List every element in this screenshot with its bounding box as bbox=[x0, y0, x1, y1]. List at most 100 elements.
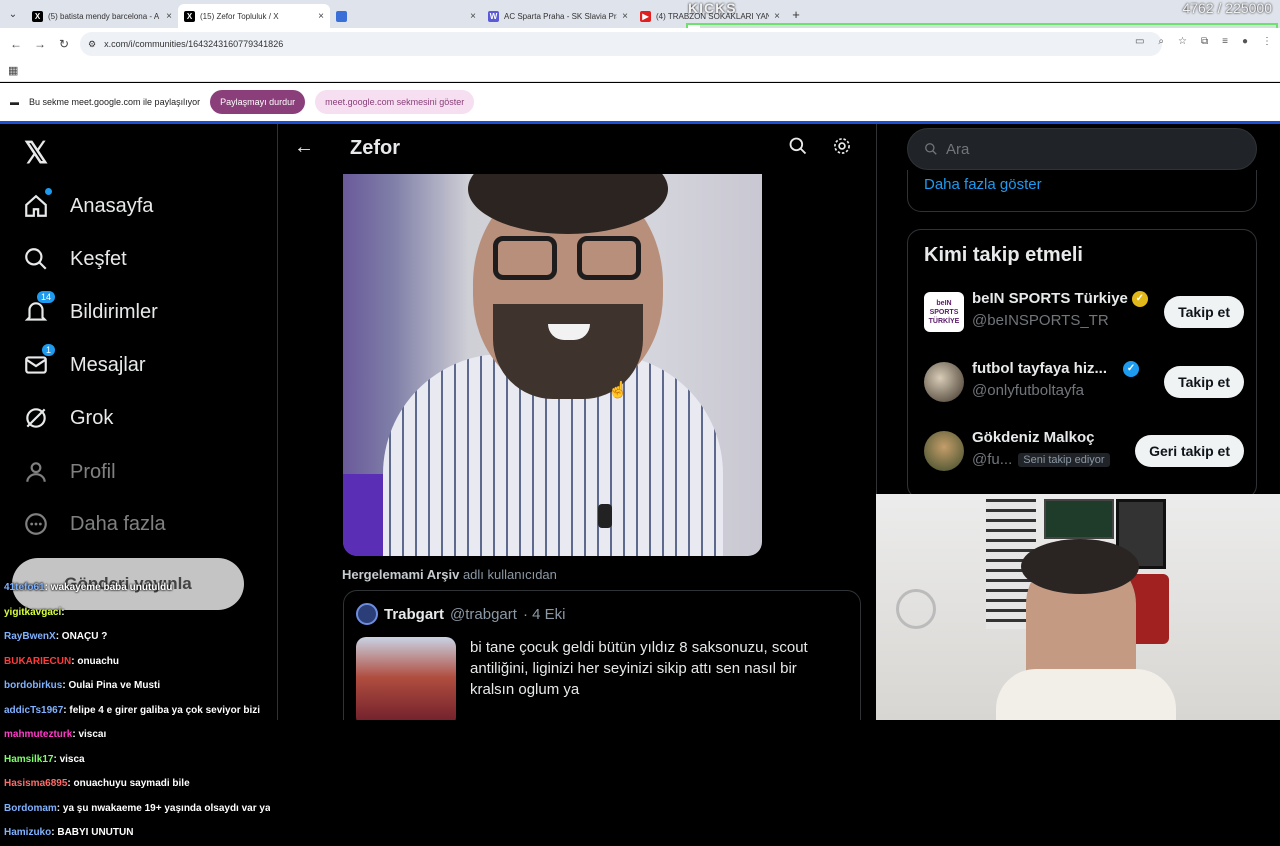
chat-username: yigitkavgaci bbox=[4, 606, 62, 618]
close-tab-icon[interactable]: × bbox=[470, 11, 476, 22]
community-search-icon[interactable] bbox=[788, 136, 808, 162]
post-video[interactable] bbox=[343, 174, 762, 556]
chat-text: : onuachuyu saymadi bile bbox=[67, 778, 190, 789]
chat-message: addicTs1967: felipe 4 e girer galiba ya … bbox=[0, 699, 270, 724]
search-placeholder: Ara bbox=[946, 140, 970, 158]
quoted-post-date[interactable]: · 4 Eki bbox=[523, 606, 566, 623]
show-more-link[interactable]: Daha fazla göster bbox=[907, 170, 1257, 212]
close-tab-icon[interactable]: × bbox=[622, 11, 628, 22]
follow-suggestion[interactable]: futbol tayfaya hiz... ✓ @onlyfutboltayfa… bbox=[924, 356, 1244, 408]
community-header: ← Zefor bbox=[278, 124, 876, 174]
close-tab-icon[interactable]: × bbox=[166, 11, 172, 22]
settings-gear-icon[interactable] bbox=[832, 136, 852, 162]
follow-suggestion[interactable]: Gökdeniz Malkoç @fu... Seni takip ediyor… bbox=[924, 425, 1244, 477]
chat-text: : bbox=[61, 606, 65, 618]
kicks-label: KICKS bbox=[688, 0, 737, 16]
chat-text: : BABYI UNUTUN bbox=[51, 827, 134, 838]
chat-username: Bordomam bbox=[4, 802, 57, 814]
nav-item-grok[interactable]: Grok bbox=[22, 404, 113, 432]
follow-button[interactable]: Takip et bbox=[1164, 366, 1244, 398]
chat-message: Hamsilk17: visca bbox=[0, 748, 270, 773]
kicks-count: 4762 / 225000 bbox=[1182, 0, 1272, 16]
home-unread-dot bbox=[45, 188, 52, 195]
avatar[interactable] bbox=[924, 362, 964, 402]
repost-suffix: adlı kullanıcıdan bbox=[462, 567, 557, 582]
tab-search-chevron-icon[interactable]: ⌄ bbox=[0, 9, 26, 20]
webcam-overlay bbox=[876, 494, 1280, 720]
site-info-icon[interactable]: ⚙ bbox=[88, 39, 96, 50]
chat-text: : visca bbox=[53, 753, 85, 765]
quoted-post[interactable]: Trabgart @trabgart · 4 Eki bi tane çocuk… bbox=[343, 590, 861, 720]
close-tab-icon[interactable]: × bbox=[774, 11, 780, 22]
toolbar-icons: ▭ ⌕ ☆ ⧉ ≡ ● ⋮ bbox=[1135, 36, 1272, 47]
follow-suggestion[interactable]: beIN SPORTS TÜRKİYE beIN SPORTS Türkiye … bbox=[924, 286, 1244, 338]
tab-favicon-icon: W bbox=[488, 10, 499, 22]
account-name[interactable]: futbol tayfaya hiz... ✓ bbox=[972, 360, 1140, 377]
follow-button[interactable]: Takip et bbox=[1164, 296, 1244, 328]
search-input[interactable]: Ara bbox=[907, 128, 1257, 170]
main-column: ☝ ← Zefor Hergelemami Arşiv adlı kullanı… bbox=[278, 124, 876, 720]
chat-username: RayBwenX bbox=[4, 631, 56, 642]
extensions-icon[interactable]: ⧉ bbox=[1201, 36, 1208, 47]
chat-text: : onuachu bbox=[71, 655, 120, 667]
new-tab-button[interactable]: + bbox=[786, 7, 806, 22]
screen-share-icon: ▬ bbox=[10, 97, 19, 107]
follow-back-button[interactable]: Geri takip et bbox=[1135, 435, 1244, 467]
browser-tab[interactable]: X (15) Zefor Topluluk / X × bbox=[178, 4, 330, 28]
webcam-fan bbox=[896, 589, 936, 629]
chat-text: : felipe 4 e girer galiba ya çok seviyor… bbox=[63, 704, 261, 716]
chat-username: 41tefo61 bbox=[4, 582, 45, 593]
chat-text: : viscaı bbox=[72, 729, 107, 740]
chat-text: : ya şu nwakaeme 19+ yaşında olsaydı var… bbox=[56, 802, 270, 814]
back-arrow-icon[interactable]: ← bbox=[294, 136, 314, 159]
chat-username: mahmutezturk bbox=[4, 729, 73, 740]
nav-item-explore[interactable]: Keşfet bbox=[22, 245, 127, 273]
media-icon[interactable]: ≡ bbox=[1222, 36, 1228, 47]
chat-username: bordobirkus bbox=[4, 680, 63, 691]
browser-tab[interactable]: X (5) batista mendy barcelona - A × bbox=[26, 4, 178, 28]
zoom-icon[interactable]: ⌕ bbox=[1158, 36, 1164, 47]
url-field[interactable]: ⚙ x.com/i/communities/164324316077934182… bbox=[80, 32, 1162, 56]
quoted-post-header: Trabgart @trabgart · 4 Eki bbox=[356, 603, 565, 625]
account-name[interactable]: Gökdeniz Malkoç bbox=[972, 429, 1095, 446]
nav-item-more[interactable]: Daha fazla bbox=[22, 510, 166, 538]
nav-item-notifications[interactable]: 14 Bildirimler bbox=[22, 290, 158, 326]
chat-text: : ONAÇU ? bbox=[55, 631, 108, 642]
stop-sharing-button[interactable]: Paylaşmayı durdur bbox=[210, 90, 306, 114]
video-glasses-left bbox=[493, 236, 557, 280]
back-arrow-icon[interactable]: ← bbox=[4, 37, 28, 51]
x-logo-icon[interactable]: 𝕏 bbox=[24, 136, 48, 171]
quoted-author-name[interactable]: Trabgart bbox=[384, 606, 444, 623]
tab-favicon-icon: X bbox=[184, 10, 195, 22]
repost-user[interactable]: Hergelemami Arşiv bbox=[342, 567, 459, 582]
more-icon bbox=[22, 510, 50, 538]
quoted-author-handle[interactable]: @trabgart bbox=[450, 606, 517, 623]
nav-item-profile[interactable]: Profil bbox=[22, 458, 116, 486]
profile-avatar-icon[interactable]: ● bbox=[1242, 36, 1248, 47]
show-meet-tab-button[interactable]: meet.google.com sekmesini göster bbox=[315, 90, 475, 114]
account-name[interactable]: beIN SPORTS Türkiye ✓ bbox=[972, 290, 1148, 307]
nav-label-home: Anasayfa bbox=[70, 194, 154, 217]
chat-text: : Oulai Pina ve Musti bbox=[62, 680, 161, 691]
tab-title: (15) Zefor Topluluk / X bbox=[200, 11, 279, 21]
cast-icon[interactable]: ▭ bbox=[1135, 36, 1144, 47]
apps-grid-icon[interactable]: ▦ bbox=[8, 64, 18, 77]
avatar[interactable] bbox=[924, 431, 964, 471]
bookmark-star-icon[interactable]: ☆ bbox=[1178, 36, 1187, 47]
nav-label-more: Daha fazla bbox=[70, 512, 166, 535]
forward-arrow-icon[interactable]: → bbox=[28, 37, 52, 51]
tab-favicon-icon: X bbox=[32, 10, 43, 22]
menu-kebab-icon[interactable]: ⋮ bbox=[1262, 36, 1272, 47]
browser-tab[interactable]: W AC Sparta Praha - SK Slavia Pra × bbox=[482, 4, 634, 28]
webcam-board bbox=[1044, 499, 1114, 539]
nav-item-messages[interactable]: 1 Mesajlar bbox=[22, 343, 146, 379]
nav-item-home[interactable]: Anasayfa bbox=[22, 188, 154, 220]
reload-icon[interactable]: ↻ bbox=[52, 37, 76, 51]
close-tab-icon[interactable]: × bbox=[318, 11, 324, 22]
quoted-post-image[interactable] bbox=[356, 637, 456, 720]
avatar[interactable] bbox=[356, 603, 378, 625]
chat-message: Hamizuko: BABYI UNUTUN bbox=[0, 821, 270, 846]
bein-sports-logo[interactable]: beIN SPORTS TÜRKİYE bbox=[924, 292, 964, 332]
tab-favicon-icon bbox=[336, 10, 347, 22]
browser-tab[interactable]: × bbox=[330, 4, 482, 28]
